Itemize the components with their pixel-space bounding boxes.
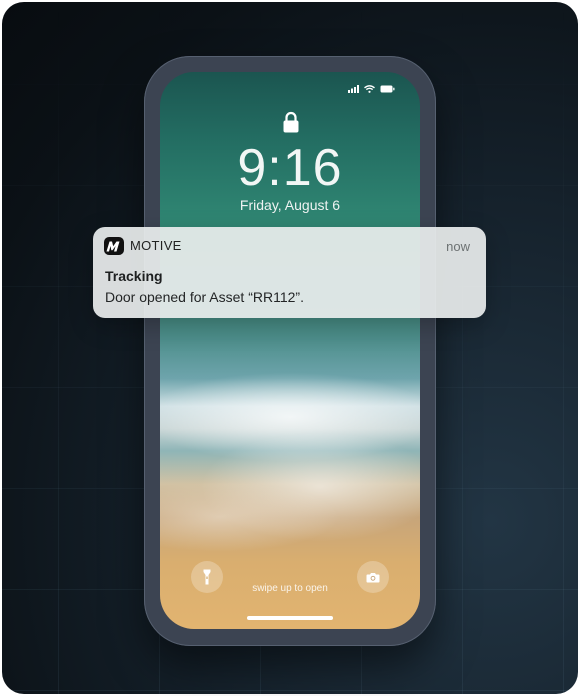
camera-icon	[366, 572, 380, 582]
motive-app-icon	[104, 237, 124, 255]
notification-title: Tracking	[105, 268, 163, 284]
lock-icon	[283, 111, 299, 133]
notification-banner[interactable]: MOTIVE now Tracking Door opened for Asse…	[93, 227, 486, 318]
lockscreen-date: Friday, August 6	[239, 197, 341, 213]
swipe-hint: swipe up to open	[252, 583, 328, 594]
wifi-icon	[364, 85, 375, 93]
signal-icon	[348, 85, 359, 93]
home-indicator[interactable]	[247, 616, 333, 620]
notification-app-name: MOTIVE	[130, 238, 182, 253]
motive-logo-icon	[106, 241, 120, 251]
lockscreen-time: 9:16	[237, 139, 343, 197]
battery-icon	[380, 85, 395, 93]
status-bar	[189, 85, 395, 97]
notification-body: Door opened for Asset “RR112”.	[105, 289, 304, 305]
notification-time: now	[446, 239, 470, 254]
